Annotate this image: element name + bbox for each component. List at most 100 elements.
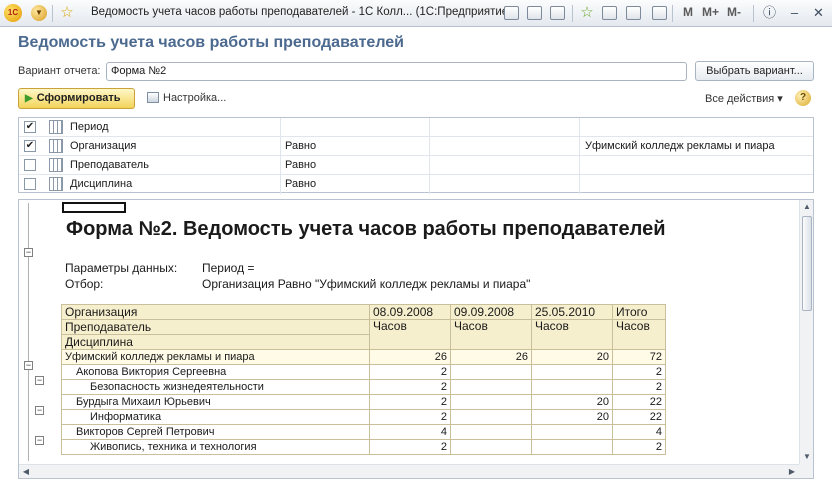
app-logo-icon[interactable]: 1С <box>4 4 22 22</box>
generate-button[interactable]: ▶ Сформировать <box>18 88 135 109</box>
filter-checkbox[interactable]: ✔ <box>24 140 36 152</box>
header-cell: Часов <box>450 319 532 350</box>
window-title: Ведомость учета часов работы преподавате… <box>91 6 513 18</box>
collapse-group-icon[interactable]: − <box>35 436 44 445</box>
variant-label: Вариант отчета: <box>18 65 101 77</box>
filter-row-teacher[interactable]: Преподаватель Равно <box>19 156 813 175</box>
all-actions-menu[interactable]: Все действия ▾ <box>705 92 783 105</box>
header-cell: Дисциплина <box>61 334 370 350</box>
memory-plus-button[interactable]: M+ <box>702 5 719 19</box>
info-icon[interactable]: ⓘ <box>760 3 779 22</box>
filter-label: Отбор: <box>65 277 104 291</box>
filter-checkbox[interactable] <box>24 159 36 171</box>
collapse-group-icon[interactable]: − <box>24 361 33 370</box>
settings-icon <box>147 92 159 103</box>
settings-label: Настройка... <box>163 92 227 104</box>
active-cell-marker <box>62 202 126 213</box>
scroll-thumb[interactable] <box>802 216 812 311</box>
close-icon[interactable]: ✕ <box>809 3 828 22</box>
params-label: Параметры данных: <box>65 261 178 275</box>
row-label: Бурдыга Михаил Юрьевич <box>61 394 370 410</box>
report-spreadsheet[interactable]: − − − − − Форма №2. Ведомость учета часо… <box>18 199 814 479</box>
filter-condition[interactable]: Равно <box>285 159 316 171</box>
separator <box>753 5 754 22</box>
memory-minus-button[interactable]: M- <box>727 5 741 19</box>
row-label: Уфимский колледж рекламы и пиара <box>61 349 370 365</box>
scroll-right-icon[interactable]: ▶ <box>785 465 799 478</box>
separator <box>52 5 53 22</box>
save-icon[interactable] <box>504 6 519 20</box>
table-row[interactable]: Бурдыга Михаил Юрьевич 2 20 22 <box>61 394 666 410</box>
separator <box>572 5 573 22</box>
value-cell <box>531 424 613 440</box>
header-cell: Итого <box>612 304 666 320</box>
field-icon <box>49 120 63 134</box>
memory-m-button[interactable]: M <box>683 5 693 19</box>
header-cell: Организация <box>61 304 370 320</box>
filter-name: Преподаватель <box>70 159 149 171</box>
grouping-gutter: − − − − − <box>19 200 59 478</box>
table-row[interactable]: Викторов Сергей Петрович 4 4 <box>61 424 666 440</box>
filter-row-period[interactable]: ✔ Период <box>19 118 813 137</box>
preview-icon[interactable] <box>550 6 565 20</box>
vertical-scrollbar[interactable]: ▲ ▼ <box>799 200 813 464</box>
value-cell: 20 <box>531 409 613 425</box>
filter-row-organization[interactable]: ✔ Организация Равно Уфимский колледж рек… <box>19 137 813 156</box>
value-cell: 2 <box>369 409 451 425</box>
filter-checkbox[interactable]: ✔ <box>24 121 36 133</box>
main-menu-icon[interactable]: ▼ <box>30 4 48 22</box>
table-row[interactable]: Живопись, техника и технология 2 2 <box>61 439 666 455</box>
separator <box>672 5 673 22</box>
table-row[interactable]: Информатика 2 20 22 <box>61 409 666 425</box>
field-icon <box>49 177 63 191</box>
copy-icon[interactable] <box>626 6 641 20</box>
value-cell: 2 <box>369 364 451 380</box>
print-icon[interactable] <box>527 6 542 20</box>
variant-input[interactable]: Форма №2 <box>106 62 687 81</box>
favorite-star-icon[interactable]: ☆ <box>58 4 76 22</box>
value-cell: 2 <box>369 379 451 395</box>
scroll-down-icon[interactable]: ▼ <box>800 450 813 464</box>
add-favorite-icon[interactable]: ☆ <box>578 4 596 22</box>
header-cell: Преподаватель <box>61 319 370 335</box>
select-variant-button[interactable]: Выбрать вариант... <box>695 61 814 81</box>
field-icon <box>49 158 63 172</box>
value-cell <box>450 409 532 425</box>
table-row[interactable]: Безопасность жизнедеятельности 2 2 <box>61 379 666 395</box>
value-cell: 26 <box>369 349 451 365</box>
collapse-group-icon[interactable]: − <box>35 376 44 385</box>
value-cell <box>531 379 613 395</box>
value-cell: 72 <box>612 349 666 365</box>
report-table: Организация 08.09.2008 09.09.2008 25.05.… <box>61 304 666 455</box>
filter-value[interactable]: Уфимский колледж рекламы и пиара <box>585 140 775 152</box>
row-label: Акопова Виктория Сергеевна <box>61 364 370 380</box>
table-row[interactable]: Акопова Виктория Сергеевна 2 2 <box>61 364 666 380</box>
favorites-list-icon[interactable] <box>602 6 617 20</box>
header-cell: 25.05.2010 <box>531 304 613 320</box>
value-cell: 2 <box>369 394 451 410</box>
row-label: Викторов Сергей Петрович <box>61 424 370 440</box>
header-cell: 08.09.2008 <box>369 304 451 320</box>
calculator-icon[interactable] <box>652 6 667 20</box>
value-cell <box>450 439 532 455</box>
table-header-row: Преподаватель Часов Часов Часов Часов <box>61 319 666 350</box>
table-row[interactable]: Уфимский колледж рекламы и пиара 26 26 2… <box>61 349 666 365</box>
filter-condition[interactable]: Равно <box>285 140 316 152</box>
filter-row-discipline[interactable]: Дисциплина Равно <box>19 175 813 194</box>
collapse-header-icon[interactable]: − <box>24 248 33 257</box>
form-title: Ведомость учета часов работы преподавате… <box>18 34 405 51</box>
generate-button-label: Сформировать <box>36 92 121 104</box>
filter-settings-table: ✔ Период ✔ Организация Равно Уфимский ко… <box>18 117 814 194</box>
filter-name: Период <box>70 121 109 133</box>
horizontal-scrollbar[interactable]: ◀ ▶ <box>19 464 799 478</box>
collapse-group-icon[interactable]: − <box>35 406 44 415</box>
minimize-icon[interactable]: ‒ <box>785 3 804 22</box>
scroll-up-icon[interactable]: ▲ <box>800 200 813 214</box>
filter-checkbox[interactable] <box>24 178 36 190</box>
filter-condition[interactable]: Равно <box>285 178 316 190</box>
help-icon[interactable]: ? <box>795 90 811 106</box>
settings-button[interactable]: Настройка... <box>147 92 226 104</box>
scroll-left-icon[interactable]: ◀ <box>19 465 33 478</box>
value-cell: 2 <box>612 364 666 380</box>
value-cell <box>450 364 532 380</box>
